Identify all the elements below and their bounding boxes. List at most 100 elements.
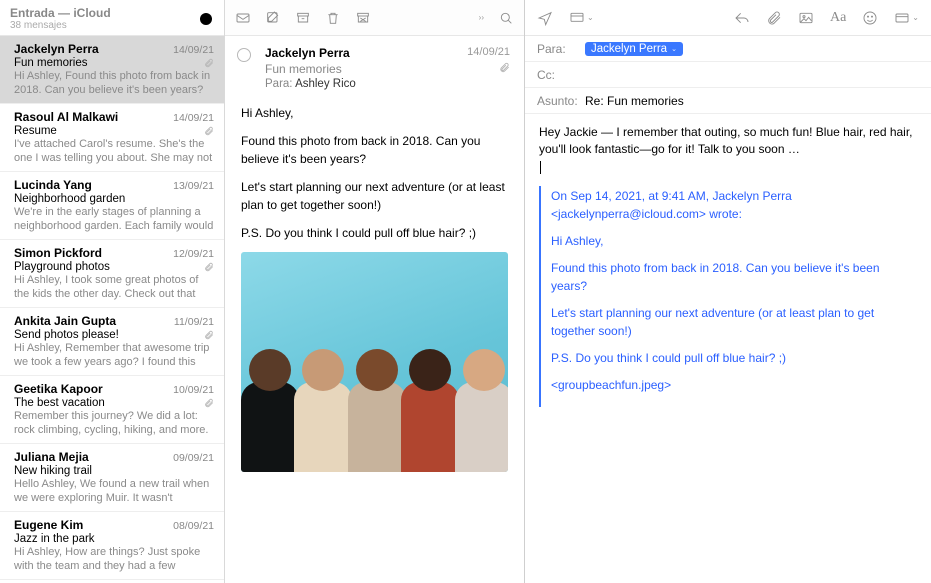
cc-field[interactable]: Cc: [525,62,931,88]
message-item[interactable]: Juliana Mejia 09/09/21New hiking trailHel… [0,444,224,512]
message-subject: Send photos please! [14,329,214,341]
message-sender: Lucinda Yang [14,178,169,192]
emoji-icon[interactable] [862,10,878,26]
message-sender: Simon Pickford [14,246,169,260]
send-icon[interactable] [537,10,553,26]
recipient-chip[interactable]: Jackelyn Perra ⌄ [585,42,683,56]
attachment-icon [204,330,214,343]
quote-line: P.S. Do you think I could pull off blue … [551,350,917,367]
trash-icon[interactable] [325,10,341,26]
attachment-icon [204,58,214,71]
insert-photo-icon[interactable] [798,10,814,26]
body-para: Found this photo from back in 2018. Can … [241,132,508,168]
quote-line: Found this photo from back in 2018. Can … [551,260,917,295]
attach-icon[interactable] [766,10,782,26]
message-date: 14/09/21 [173,112,214,124]
format-icon[interactable]: Aa [830,10,846,26]
compose-toolbar: ⌄ Aa ⌄ [525,0,931,36]
reading-pane: ›› Jackelyn Perra Fun memories Para: Ash… [225,0,525,583]
cc-field-label: Cc: [537,68,585,82]
flag-icon[interactable] [237,48,251,62]
mailbox-header: Entrada — iCloud 38 mensajes [0,0,224,36]
junk-icon[interactable] [355,10,371,26]
attachment-icon[interactable] [499,62,510,76]
message-subject: The best vacation [14,397,214,409]
message-list-pane: Entrada — iCloud 38 mensajes Jackelyn Pe… [0,0,225,583]
compose-text: Hey Jackie — I remember that outing, so … [539,125,913,156]
message-sender: Geetika Kapoor [14,382,169,396]
message-sender: Rasoul Al Malkawi [14,110,169,124]
message-item[interactable]: Jackelyn Perra14/09/21Fun memoriesHi Ash… [0,36,224,104]
to-label: Para: [265,78,293,90]
message-date: 10/09/21 [173,384,214,396]
mail-icon[interactable] [235,10,251,26]
attachment-icon [204,398,214,411]
message-date: 09/09/21 [173,452,214,464]
message-preview: Hello Ashley, We found a new trail when … [14,478,214,505]
message-header: Jackelyn Perra Fun memories Para: Ashley… [225,36,524,98]
message-body: Hi Ashley, Found this photo from back in… [225,98,524,583]
message-preview: Hi Ashley, Remember that awesome trip we… [14,342,214,369]
message-item[interactable]: Ankita Jain Gupta 11/09/21Send photos ple… [0,308,224,376]
text-cursor [540,161,541,174]
message-to: Para: Ashley Rico [265,78,510,90]
message-date: 12/09/21 [173,248,214,260]
message-item[interactable]: Eugene Kim 08/09/21Jazz in the parkHi Ash… [0,512,224,580]
message-date: 13/09/21 [173,180,214,192]
filter-icon[interactable] [198,11,214,27]
media-browser-icon[interactable]: ⌄ [894,10,919,26]
message-sender: Jackelyn Perra [14,42,169,56]
message-item[interactable]: Simon Pickford 12/09/21Playground photosH… [0,240,224,308]
message-sender: Ankita Jain Gupta [14,314,170,328]
compose-body[interactable]: Hey Jackie — I remember that outing, so … [525,114,931,583]
message-subject: Fun memories [14,57,214,69]
message-subject: Resume [14,125,214,137]
message-preview: Hi Ashley, How are things? Just spoke wi… [14,546,214,573]
message-subject: New hiking trail [14,465,214,477]
archive-icon[interactable] [295,10,311,26]
message-item[interactable]: Geetika Kapoor 10/09/21The best vacationR… [0,376,224,444]
compose-icon[interactable] [265,10,281,26]
message-subject: Jazz in the park [14,533,214,545]
quote-line: Let's start planning our next adventure … [551,305,917,340]
subject-field[interactable]: Asunto: Re: Fun memories [525,88,931,114]
reading-toolbar: ›› [225,0,524,36]
to-name: Ashley Rico [295,78,356,90]
attachment-icon [204,262,214,275]
quoted-block: On Sep 14, 2021, at 9:41 AM, Jackelyn Pe… [539,186,917,407]
mailbox-count: 38 mensajes [10,20,198,31]
message-subject: Playground photos [14,261,214,273]
header-fields-icon[interactable]: ⌄ [569,10,594,26]
message-preview: Hi Ashley, Found this photo from back in… [14,70,214,97]
message-preview: Remember this journey? We did a lot: roc… [14,410,214,437]
compose-fields: Para: Jackelyn Perra ⌄ Cc: Asunto: Re: F… [525,36,931,114]
reply-icon[interactable] [734,10,750,26]
body-para: Hi Ashley, [241,104,508,122]
message-preview: I've attached Carol's resume. She's the … [14,138,214,165]
recipient-name: Jackelyn Perra [591,43,667,55]
message-sender: Eugene Kim [14,518,169,532]
chevron-down-icon[interactable]: ⌄ [671,45,677,53]
body-para: P.S. Do you think I could pull off blue … [241,224,508,242]
quote-attachment: <groupbeachfun.jpeg> [551,377,917,394]
more-icon[interactable]: ›› [479,13,484,22]
message-date: 08/09/21 [173,520,214,532]
to-field-label: Para: [537,42,585,56]
message-preview: Hi Ashley, I took some great photos of t… [14,274,214,301]
message-sender: Juliana Mejia [14,450,169,464]
message-subject: Fun memories [265,62,510,76]
message-date: 14/09/21 [467,46,510,58]
message-item[interactable]: Rasoul Al Malkawi 14/09/21ResumeI've atta… [0,104,224,172]
message-item[interactable]: Lucinda Yang 13/09/21Neighborhood gardenW… [0,172,224,240]
attached-photo[interactable] [241,252,508,472]
body-para: Let's start planning our next adventure … [241,178,508,214]
subject-field-label: Asunto: [537,94,585,108]
to-field[interactable]: Para: Jackelyn Perra ⌄ [525,36,931,62]
message-preview: We're in the early stages of planning a … [14,206,214,233]
attachment-icon [204,126,214,139]
message-list[interactable]: Jackelyn Perra14/09/21Fun memoriesHi Ash… [0,36,224,583]
search-icon[interactable] [498,10,514,26]
message-subject: Neighborhood garden [14,193,214,205]
message-date: 11/09/21 [174,316,214,328]
mailbox-title: Entrada — iCloud [10,6,198,20]
